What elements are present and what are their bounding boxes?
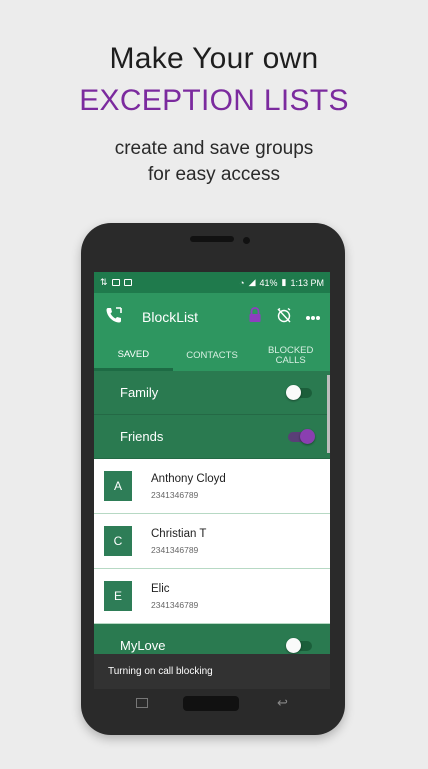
back-icon[interactable]: ↩ bbox=[277, 695, 288, 711]
contact-name: Elic bbox=[151, 582, 170, 595]
signal-icon: ◢ bbox=[248, 277, 256, 287]
app-bar: BlockList bbox=[94, 293, 330, 341]
group-label-mylove: MyLove bbox=[120, 638, 166, 653]
alarm-off-icon[interactable] bbox=[276, 307, 292, 328]
saved-list: Family Friends A Anthony Cloyd 234134678… bbox=[94, 371, 330, 689]
toggle-knob bbox=[300, 428, 315, 444]
contact-row[interactable]: A Anthony Cloyd 2341346789 bbox=[94, 459, 330, 514]
status-left: ⇅ bbox=[100, 277, 132, 288]
contact-phone: 2341346789 bbox=[151, 599, 199, 610]
gallery-notification-icon bbox=[123, 279, 132, 286]
toggle-knob bbox=[286, 384, 301, 400]
snackbar-message: Turning on call blocking bbox=[108, 666, 213, 677]
wifi-icon: ◔ bbox=[239, 277, 245, 288]
group-row-friends[interactable]: Friends bbox=[94, 415, 330, 459]
contact-text: Anthony Cloyd 2341346789 bbox=[151, 473, 226, 500]
contact-avatar: C bbox=[104, 526, 132, 556]
toggle-knob bbox=[286, 637, 301, 653]
battery-percent: 41% bbox=[259, 277, 278, 288]
group-label-friends: Friends bbox=[120, 429, 164, 444]
promo-description-line-1: create and save groups bbox=[114, 138, 314, 159]
tab-blocked-calls[interactable]: BLOCKED CALLS bbox=[251, 341, 330, 371]
clock: 1:13 PM bbox=[290, 277, 324, 288]
phone-frame: ⇅ ◔ ◢ 41% ▮ 1:13 PM BlockList SAVED CONT… bbox=[81, 223, 345, 735]
snackbar: Turning on call blocking bbox=[94, 654, 330, 689]
app-title: BlockList bbox=[142, 309, 199, 325]
contact-phone: 2341346789 bbox=[151, 489, 199, 500]
phone-forward-icon[interactable] bbox=[104, 305, 124, 330]
group-toggle-family[interactable] bbox=[286, 384, 312, 400]
phone-camera bbox=[243, 237, 250, 244]
promo-description: create and save groups for easy access bbox=[0, 136, 428, 188]
tab-blocked-calls-line-2: CALLS bbox=[275, 355, 306, 366]
contact-avatar: A bbox=[104, 471, 132, 501]
tab-saved[interactable]: SAVED bbox=[94, 341, 173, 371]
nav-bar: ↩ bbox=[81, 693, 345, 715]
contact-name: Anthony Cloyd bbox=[151, 472, 226, 485]
group-toggle-friends[interactable] bbox=[288, 428, 315, 444]
battery-icon: ▮ bbox=[281, 277, 287, 287]
tab-contacts[interactable]: CONTACTS bbox=[173, 341, 252, 371]
promo-title: Make Your own bbox=[109, 42, 319, 75]
lock-icon[interactable] bbox=[248, 306, 262, 328]
contact-text: Elic 2341346789 bbox=[151, 583, 198, 610]
contact-row[interactable]: E Elic 2341346789 bbox=[94, 569, 330, 624]
scrollbar[interactable] bbox=[327, 375, 330, 453]
recent-apps-icon[interactable] bbox=[136, 698, 148, 708]
image-notification-icon bbox=[111, 279, 120, 286]
contact-row[interactable]: C Christian T 2341346789 bbox=[94, 514, 330, 569]
group-label-family: Family bbox=[120, 385, 159, 400]
home-button[interactable] bbox=[183, 696, 239, 711]
contact-phone: 2341346789 bbox=[151, 544, 199, 555]
promo-description-line-2: for easy access bbox=[148, 164, 280, 185]
app-bar-actions bbox=[248, 306, 320, 328]
tab-bar: SAVED CONTACTS BLOCKED CALLS bbox=[94, 341, 330, 371]
group-row-family[interactable]: Family bbox=[94, 371, 330, 415]
notification-icon: ⇅ bbox=[100, 277, 108, 287]
phone-screen: ⇅ ◔ ◢ 41% ▮ 1:13 PM BlockList SAVED CONT… bbox=[94, 272, 330, 689]
group-toggle-mylove[interactable] bbox=[286, 637, 312, 653]
status-right: ◔ ◢ 41% ▮ 1:13 PM bbox=[239, 277, 324, 288]
contact-text: Christian T 2341346789 bbox=[151, 528, 206, 555]
contact-name: Christian T bbox=[151, 527, 207, 540]
promo-subtitle: EXCEPTION LISTS bbox=[79, 84, 349, 117]
contact-avatar: E bbox=[104, 581, 132, 611]
more-vert-icon[interactable] bbox=[306, 308, 320, 326]
status-bar: ⇅ ◔ ◢ 41% ▮ 1:13 PM bbox=[94, 272, 330, 293]
phone-speaker bbox=[190, 236, 234, 242]
